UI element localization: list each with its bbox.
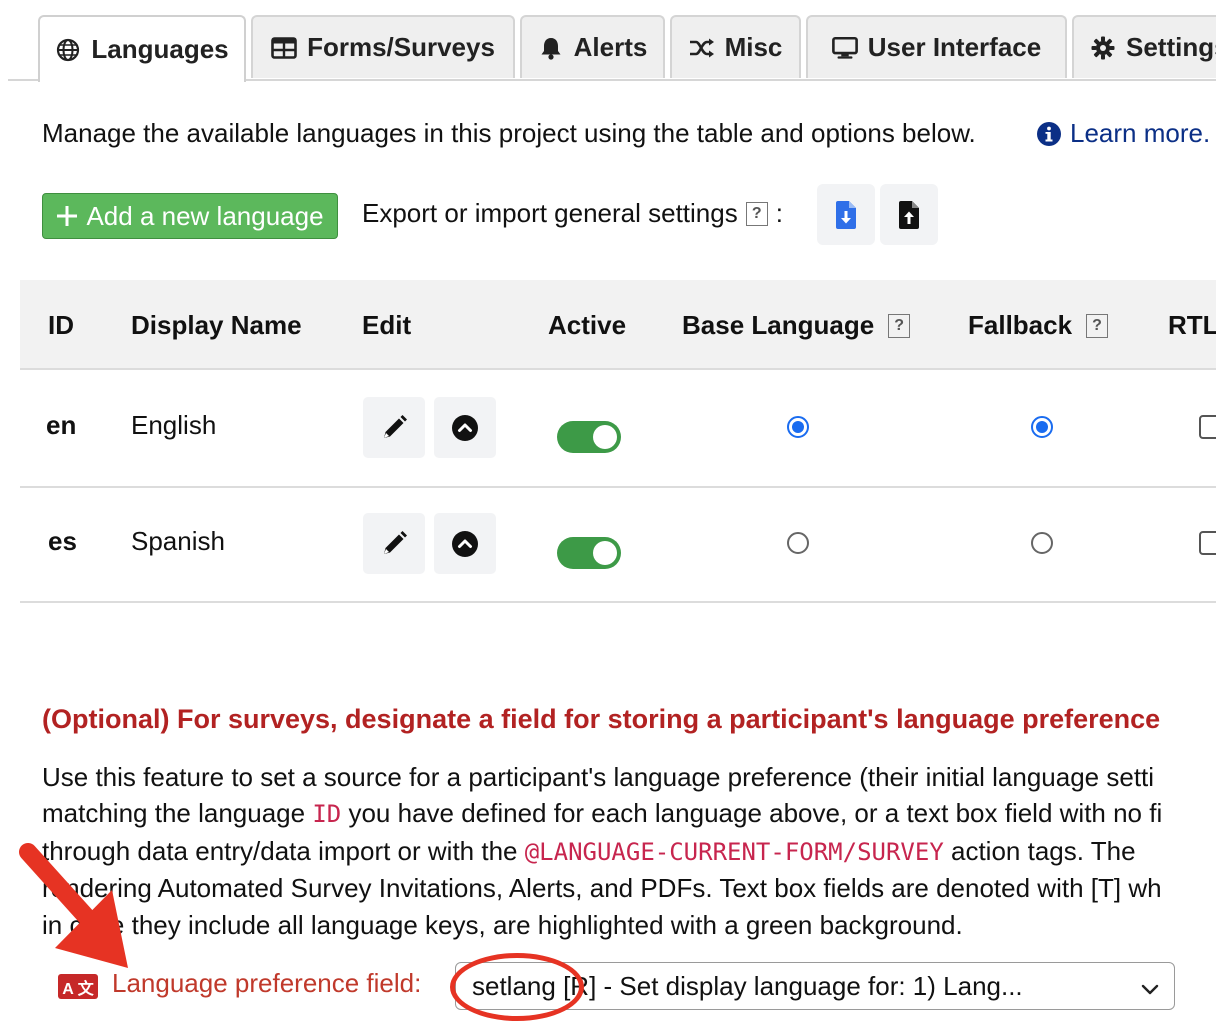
row-display-name: Spanish [131, 526, 225, 556]
tab-settings[interactable]: Settings [1072, 15, 1216, 78]
rtl-checkbox[interactable] [1199, 415, 1216, 439]
tab-label: User Interface [867, 32, 1042, 62]
help-icon[interactable]: ? [745, 201, 768, 226]
help-icon[interactable]: ? [1086, 313, 1109, 338]
file-download-icon [834, 200, 858, 230]
row-divider [20, 601, 1216, 603]
tab-user-interface[interactable]: User Interface [806, 15, 1067, 78]
base-language-radio[interactable] [787, 416, 809, 438]
row-id: es [48, 526, 77, 556]
chevron-down-icon [1140, 975, 1160, 1006]
import-settings-button[interactable] [880, 184, 938, 245]
fallback-radio[interactable] [1031, 416, 1053, 438]
tab-label: Forms/Surveys [307, 32, 495, 62]
description-text: you have defined for each language above… [348, 798, 1163, 828]
header-display-name: Display Name [131, 310, 302, 340]
header-id: ID [48, 310, 74, 340]
export-settings-button[interactable] [817, 184, 875, 245]
edit-language-button[interactable] [363, 513, 425, 574]
add-language-button[interactable]: Add a new language [42, 193, 338, 239]
header-fallback: Fallback ? [968, 310, 1109, 341]
collapse-button[interactable] [434, 397, 496, 458]
fallback-radio[interactable] [1031, 532, 1053, 554]
tab-alerts[interactable]: Alerts [520, 15, 665, 78]
learn-more-label: Learn more. [1070, 118, 1211, 148]
edit-language-button[interactable] [363, 397, 425, 458]
row-divider [20, 486, 1216, 488]
header-active: Active [548, 310, 627, 340]
optional-section-title: (Optional) For surveys, designate a fiel… [42, 704, 1161, 734]
code-id: ID [312, 800, 342, 828]
row-display-name: English [131, 410, 217, 440]
plus-icon [56, 205, 78, 227]
description-line: through data entry/data import or with t… [42, 836, 1136, 867]
shuffle-icon [689, 35, 715, 61]
tab-label: Settings [1126, 32, 1216, 62]
collapse-button[interactable] [434, 513, 496, 574]
highlight-circle [450, 953, 584, 1021]
base-language-radio[interactable] [787, 532, 809, 554]
globe-icon [55, 37, 81, 63]
tab-forms-surveys[interactable]: Forms/Surveys [251, 15, 515, 78]
tab-label: Alerts [573, 32, 648, 62]
row-id: en [46, 410, 77, 440]
description-text: action tags. The [951, 836, 1136, 866]
header-fallback-label: Fallback [968, 310, 1073, 340]
add-language-label: Add a new language [86, 200, 324, 231]
header-edit: Edit [362, 310, 412, 340]
header-rtl: RTL [1168, 310, 1216, 340]
header-base-language: Base Language ? [682, 310, 911, 341]
tab-languages[interactable]: Languages [38, 15, 246, 82]
colon: : [775, 198, 783, 228]
export-import-label: Export or import general settings ? : [362, 198, 783, 229]
description-line: rendering Automated Survey Invitations, … [42, 873, 1162, 903]
description-line: in case they include all language keys, … [42, 910, 963, 940]
description-text: matching the language [42, 798, 306, 828]
description-line: matching the language ID you have define… [42, 798, 1162, 829]
annotation-arrow [19, 843, 128, 968]
pencil-icon [380, 530, 408, 558]
chevron-up-circle-icon [451, 530, 479, 558]
info-icon [1036, 121, 1062, 147]
intro-text: Manage the available languages in this p… [42, 118, 976, 148]
desktop-icon [831, 35, 858, 61]
action-tag-code: @LANGUAGE-CURRENT-FORM/SURVEY [524, 838, 944, 866]
rtl-checkbox[interactable] [1199, 531, 1216, 555]
help-icon[interactable]: ? [888, 313, 911, 338]
tab-label: Languages [91, 34, 229, 64]
gear-icon [1090, 35, 1116, 61]
header-base-language-label: Base Language [682, 310, 875, 340]
bell-icon [538, 35, 564, 61]
chevron-up-circle-icon [451, 414, 479, 442]
tab-misc[interactable]: Misc [670, 15, 801, 78]
active-toggle[interactable] [557, 537, 621, 569]
pencil-icon [380, 414, 408, 442]
learn-more-link[interactable]: Learn more. [1036, 118, 1210, 149]
export-import-text: Export or import general settings [362, 198, 738, 228]
active-toggle[interactable] [557, 421, 621, 453]
tab-label: Misc [724, 32, 783, 62]
table-icon [271, 35, 297, 61]
description-line: Use this feature to set a source for a p… [42, 762, 1155, 792]
file-upload-icon [897, 200, 921, 230]
